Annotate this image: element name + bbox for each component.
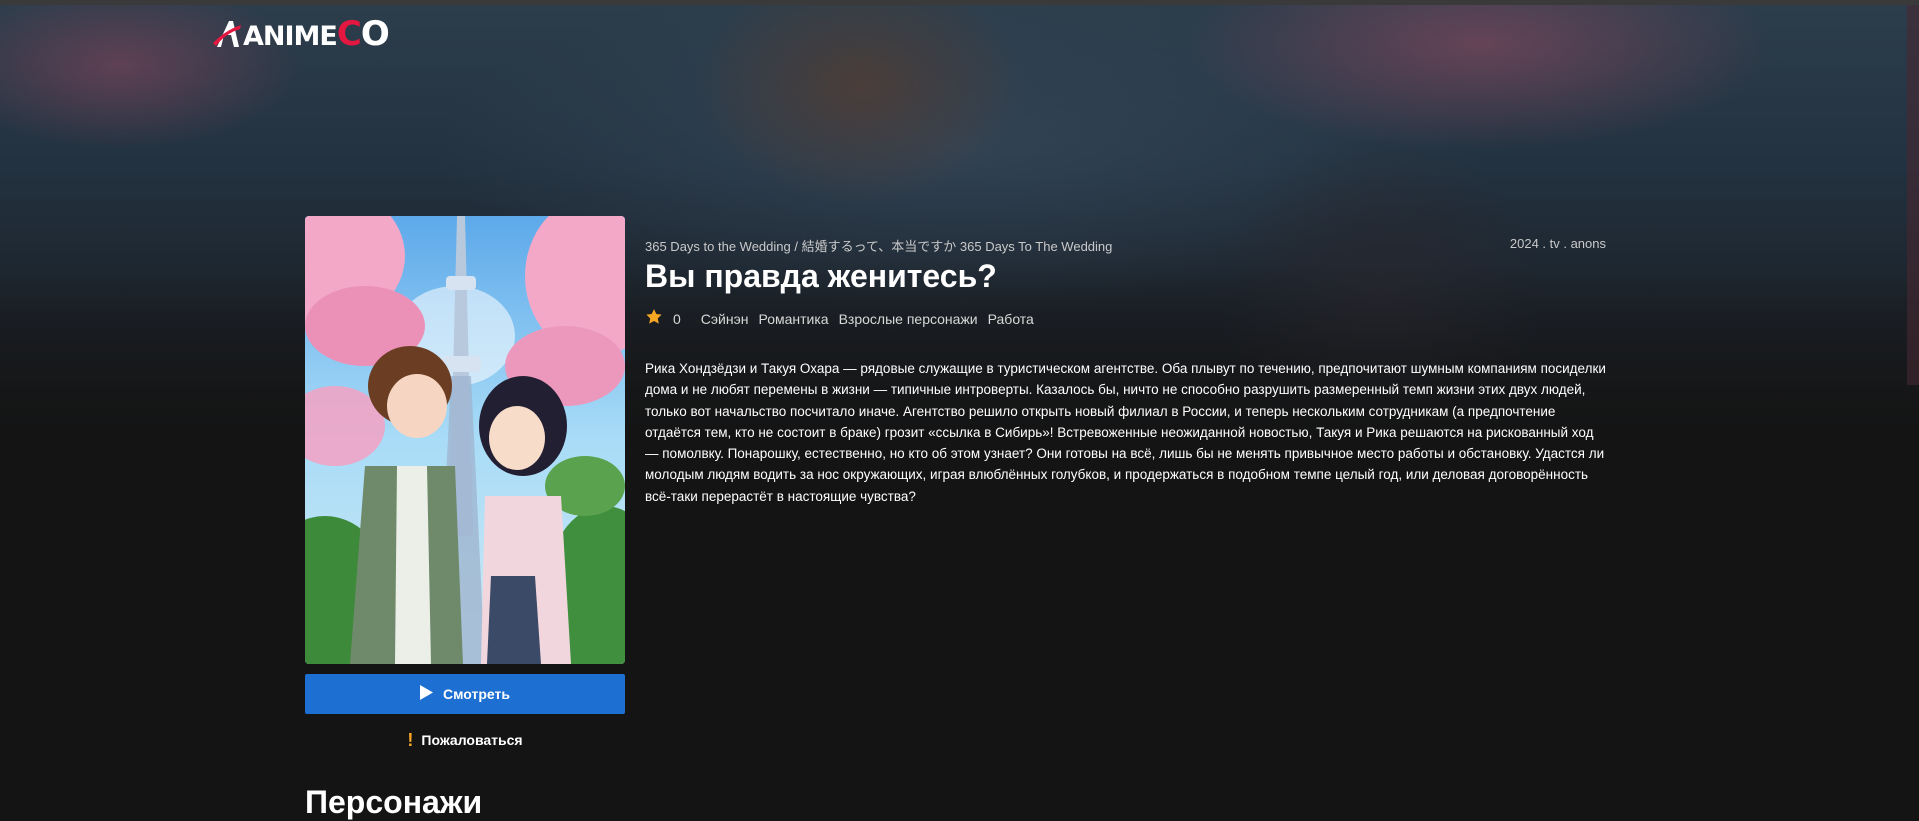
meta-row: 0 Сэйнэн Романтика Взрослые персонажи Ра… xyxy=(645,308,1034,329)
genre-link[interactable]: Романтика xyxy=(758,311,828,327)
logo-word: ANIME xyxy=(243,21,338,52)
play-icon xyxy=(420,685,434,703)
report-link[interactable]: ! Пожаловаться xyxy=(305,728,625,752)
exclamation-icon: ! xyxy=(407,729,414,750)
scrollbar-track[interactable] xyxy=(1907,5,1919,385)
site-logo[interactable]: ANIME C O xyxy=(213,14,390,54)
logo-text: ANIME C O xyxy=(243,14,390,54)
report-link-label: Пожаловаться xyxy=(421,732,523,748)
watch-button[interactable]: Смотреть xyxy=(305,674,625,714)
watch-button-label: Смотреть xyxy=(443,686,510,702)
anime-poster xyxy=(305,216,625,664)
anime-description: Рика Хондзёдзи и Такуя Охара — рядовые с… xyxy=(645,361,1606,504)
anime-title: Вы правда женитесь? xyxy=(645,258,997,294)
logo-letter-o: O xyxy=(360,14,390,54)
genre-link[interactable]: Работа xyxy=(988,311,1034,327)
genre-link[interactable]: Взрослые персонажи xyxy=(839,311,978,327)
characters-section-title: Персонажи xyxy=(305,784,483,820)
genre-link[interactable]: Сэйнэн xyxy=(701,311,749,327)
year-type-status: 2024 . tv . anons xyxy=(1509,236,1606,251)
alternative-titles: 365 Days to the Wedding / 結婚するって、本当ですか 3… xyxy=(645,239,1113,254)
rating-score: 0 xyxy=(673,310,681,327)
star-icon xyxy=(645,308,663,329)
logo-letter-c: C xyxy=(336,14,362,54)
logo-mark-icon xyxy=(213,17,243,51)
